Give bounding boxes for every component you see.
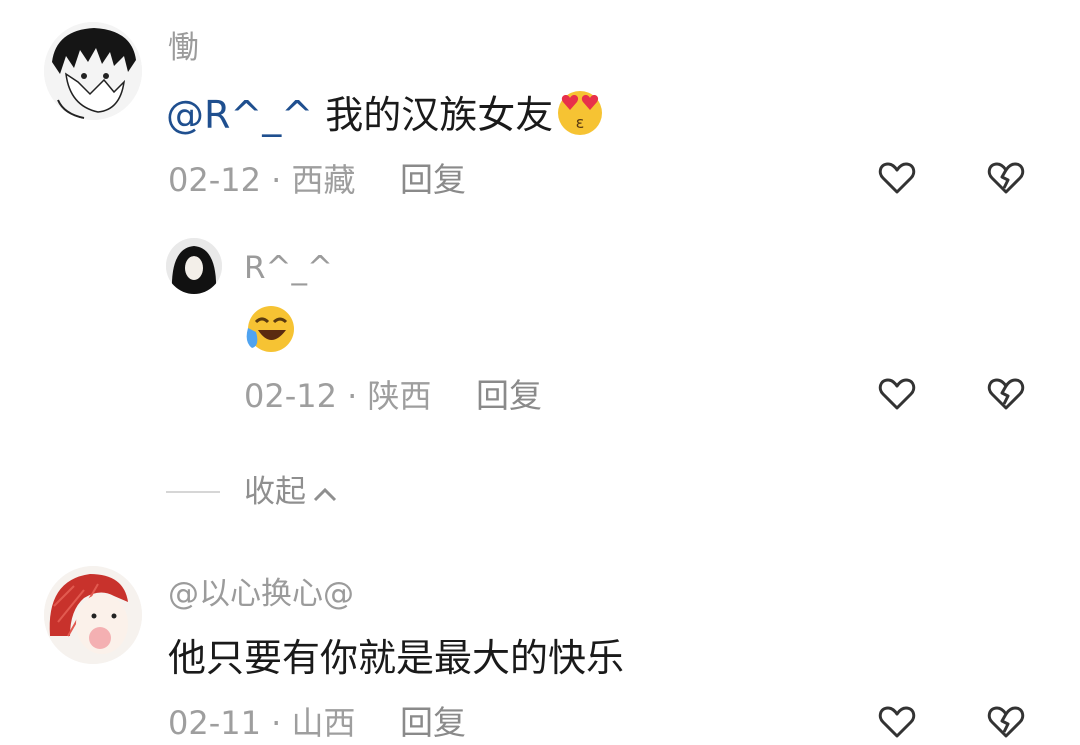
collapse-divider: [166, 491, 220, 493]
comment-text: 他只要有你就是最大的快乐: [168, 634, 624, 682]
comment-date: 02-12: [168, 161, 261, 199]
comment-username[interactable]: @以心换心@: [168, 574, 354, 614]
like-heart-icon[interactable]: [877, 374, 917, 414]
rofl-laughing-emoji: [242, 302, 300, 365]
reply-location: 陕西: [367, 377, 432, 415]
comment-meta: 02-12 · 西藏: [168, 160, 356, 200]
reply-button[interactable]: 回复: [476, 376, 542, 416]
reply-meta: 02-12 · 陕西: [244, 376, 432, 416]
comment-body: 我的汉族女友: [325, 93, 554, 137]
avatar[interactable]: [166, 238, 222, 294]
comment-list: 慟 @R^_^ 我的汉族女友 ε 02-12 · 西藏 回复 R^_^ 02-1…: [0, 0, 1080, 745]
comment-body: 他只要有你就是最大的快乐: [168, 636, 625, 680]
meta-separator: ·: [347, 377, 358, 415]
chevron-up-icon: [313, 487, 337, 501]
comment-text: @R^_^ 我的汉族女友 ε: [166, 88, 607, 147]
dislike-broken-heart-icon[interactable]: [986, 374, 1026, 414]
svg-text:ε: ε: [576, 113, 585, 132]
comment-username[interactable]: 慟: [168, 28, 199, 68]
avatar[interactable]: [44, 566, 142, 664]
meta-separator: ·: [271, 704, 282, 742]
comment-meta: 02-11 · 山西: [168, 703, 356, 743]
comment-date: 02-11: [168, 704, 261, 742]
collapse-replies-button[interactable]: 收起: [244, 472, 338, 512]
reply-text: [242, 302, 300, 365]
comment-location: 山西: [291, 704, 356, 742]
like-heart-icon[interactable]: [877, 702, 917, 742]
collapse-label: 收起: [244, 474, 306, 510]
reply-date: 02-12: [244, 377, 337, 415]
mention-link[interactable]: @R^_^: [166, 93, 313, 137]
dislike-broken-heart-icon[interactable]: [986, 702, 1026, 742]
comment-location: 西藏: [291, 161, 356, 199]
heart-eyes-kiss-emoji: ε: [553, 88, 607, 147]
avatar[interactable]: [44, 22, 142, 120]
reply-button[interactable]: 回复: [400, 703, 466, 743]
reply-username[interactable]: R^_^: [244, 248, 333, 288]
meta-separator: ·: [271, 161, 282, 199]
dislike-broken-heart-icon[interactable]: [986, 158, 1026, 198]
reply-button[interactable]: 回复: [400, 160, 466, 200]
like-heart-icon[interactable]: [877, 158, 917, 198]
